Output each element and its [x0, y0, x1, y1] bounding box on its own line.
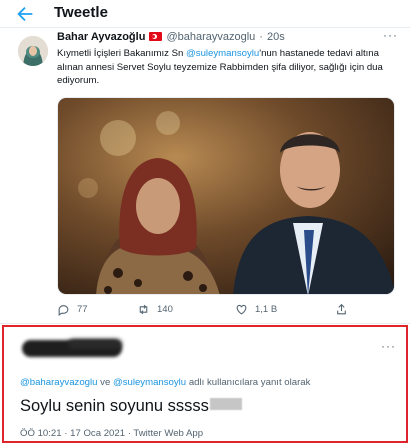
back-arrow-icon[interactable]: [14, 3, 36, 25]
author-line: Bahar Ayvazoğlu @baharayvazoglu · 20s: [57, 31, 285, 43]
mention-link[interactable]: @suleymansoylu: [186, 48, 259, 59]
replying-suffix: adlı kullanıcılara yanıt olarak: [186, 377, 311, 388]
replying-mention-1[interactable]: @baharayvazoglu: [20, 377, 97, 388]
retweet-icon: [139, 304, 148, 315]
tweet-text: Kıymetli İçişleri Bakanımız Sn @suleyman…: [57, 47, 402, 88]
tweet-actions: 77 140 1,1 B: [57, 303, 395, 319]
main-tweet[interactable]: Bahar Ayvazoğlu @baharayvazoglu · 20s ··· K…: [0, 28, 410, 324]
redacted-handle: [68, 339, 122, 349]
share-action[interactable]: [335, 303, 355, 316]
reply-count: 77: [77, 304, 88, 315]
turkey-flag-icon: [149, 32, 163, 41]
tweet-photo[interactable]: [57, 97, 395, 295]
replying-connector: ve: [97, 377, 113, 388]
replying-mention-2[interactable]: @suleymansoylu: [113, 377, 186, 388]
replying-to: @baharayvazoglu ve @suleymansoylu adlı k…: [20, 377, 310, 388]
author-name[interactable]: Bahar Ayvazoğlu: [57, 31, 145, 43]
like-action[interactable]: 1,1 B: [235, 303, 277, 316]
top-bar: Tweetle: [0, 0, 410, 28]
share-icon: [337, 303, 346, 315]
heart-icon: [236, 304, 247, 315]
reply-icon: [58, 305, 69, 316]
like-count: 1,1 B: [255, 304, 278, 315]
reply-text-body: Soylu senin soyunu sssss: [20, 397, 209, 415]
author-avatar[interactable]: [18, 36, 48, 66]
reply-text: Soylu senin soyunu sssss: [20, 397, 242, 416]
page-title: Tweetle: [54, 4, 108, 21]
tweet-text-start: Kıymetli İçişleri Bakanımız Sn: [57, 48, 187, 59]
reply-action[interactable]: 77: [57, 303, 88, 316]
censor-block: [209, 398, 242, 410]
reply-timestamp[interactable]: ÖÖ 10:21 · 17 Oca 2021 · Twitter Web App: [20, 428, 203, 439]
more-icon[interactable]: ···: [383, 28, 398, 42]
reply-more-icon[interactable]: ···: [381, 339, 396, 353]
highlighted-reply[interactable]: ··· @baharayvazoglu ve @suleymansoylu ad…: [2, 325, 408, 443]
retweet-count: 140: [157, 304, 173, 315]
author-handle[interactable]: @baharayvazoglu: [166, 31, 255, 43]
retweet-action[interactable]: 140: [137, 303, 173, 316]
tweet-time[interactable]: 20s: [267, 31, 285, 43]
separator: ·: [259, 31, 263, 43]
